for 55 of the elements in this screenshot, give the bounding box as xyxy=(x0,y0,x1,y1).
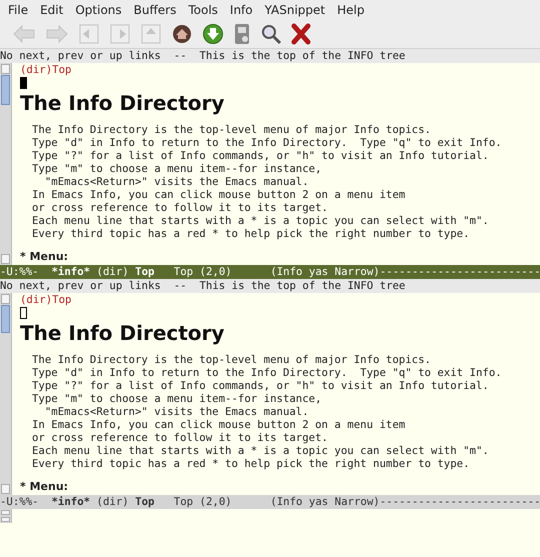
scrollbar[interactable] xyxy=(0,509,12,523)
close-icon[interactable] xyxy=(291,22,311,44)
document-icon[interactable] xyxy=(233,22,251,44)
search-icon[interactable] xyxy=(260,22,282,44)
text-line: The Info Directory is the top-level menu of major Info topics. xyxy=(32,123,432,136)
text-line: Type "?" for a list of Info commands, or "h" to visit an Info tutorial. xyxy=(32,379,490,392)
page-heading: The Info Directory xyxy=(20,321,226,346)
text-line: "mEmacs<Return>" visits the Emacs manual. xyxy=(44,405,310,418)
mode-fill: ------------------------- xyxy=(380,265,540,279)
scrollbar[interactable] xyxy=(0,63,12,265)
text-line: Every third topic has a red * to help pick the right number to type. xyxy=(32,227,471,240)
menu-item[interactable]: Help xyxy=(331,2,370,16)
menu-item[interactable]: Buffers xyxy=(128,2,182,16)
node-name: Top xyxy=(135,265,154,279)
menu-item[interactable]: YASnippet xyxy=(258,2,332,16)
text-line: Each menu line that starts with a * is a topic you can select with "m". xyxy=(32,444,490,458)
menu-item[interactable]: Info xyxy=(224,2,259,16)
menu-heading: * Menu: xyxy=(20,250,70,264)
text-line: Type "d" in Info to return to the Info Directory. Type "q" to exit Info. xyxy=(32,366,502,380)
text-line: Type "?" for a list of Info commands, or "h" to visit an Info tutorial. xyxy=(32,149,490,162)
text-line: Each menu line that starts with a * is a topic you can select with "m". xyxy=(32,214,490,228)
node-name: Top xyxy=(135,495,154,509)
node-link[interactable]: (dir)Top xyxy=(20,293,72,306)
position-text: Top (2,0) xyxy=(174,265,232,279)
mode-fill: ------------------------- xyxy=(380,495,540,509)
text-line: The Info Directory is the top-level menu of major Info topics. xyxy=(32,353,432,366)
page-heading: The Info Directory xyxy=(20,91,226,116)
position-text: Top (2,0) xyxy=(174,495,232,509)
text-line: In Emacs Info, you can click mouse button 2 on a menu item xyxy=(32,188,406,202)
house-icon[interactable] xyxy=(171,22,193,44)
text-line: or cross reference to follow it to its target. xyxy=(32,201,329,214)
menu-item[interactable]: Tools xyxy=(182,2,224,16)
menu-item[interactable]: Options xyxy=(69,2,128,16)
text-line: Type "m" to choose a menu item--for instance, xyxy=(32,392,323,406)
file-name: (dir) xyxy=(96,265,129,279)
status-text: -U:%%- xyxy=(0,495,39,509)
node-link[interactable]: (dir)Top xyxy=(20,63,72,76)
scroll-thumb[interactable] xyxy=(1,305,10,333)
menu-item[interactable]: File xyxy=(2,2,34,16)
buffer-name: *info* xyxy=(51,265,90,279)
file-name: (dir) xyxy=(96,495,129,509)
text-line: "mEmacs<Return>" visits the Emacs manual. xyxy=(44,175,310,188)
modes-text: (Info yas Narrow) xyxy=(270,265,380,279)
scrollbar[interactable] xyxy=(0,293,12,495)
menu-item[interactable]: Edit xyxy=(34,2,70,16)
scroll-thumb[interactable] xyxy=(1,75,10,105)
status-text: -U:%%- xyxy=(0,265,39,279)
text-line: Type "d" in Info to return to the Info Directory. Type "q" to exit Info. xyxy=(32,136,502,150)
menu-heading: * Menu: xyxy=(20,480,70,494)
text-line: or cross reference to follow it to its target. xyxy=(32,431,329,444)
modes-text: (Info yas Narrow) xyxy=(270,495,380,509)
text-line: Type "m" to choose a menu item--for instance, xyxy=(32,162,323,176)
text-line: Every third topic has a red * to help pick the right number to type. xyxy=(32,457,471,470)
buffer-name: *info* xyxy=(51,495,90,509)
text-line: In Emacs Info, you can click mouse button 2 on a menu item xyxy=(32,418,406,432)
